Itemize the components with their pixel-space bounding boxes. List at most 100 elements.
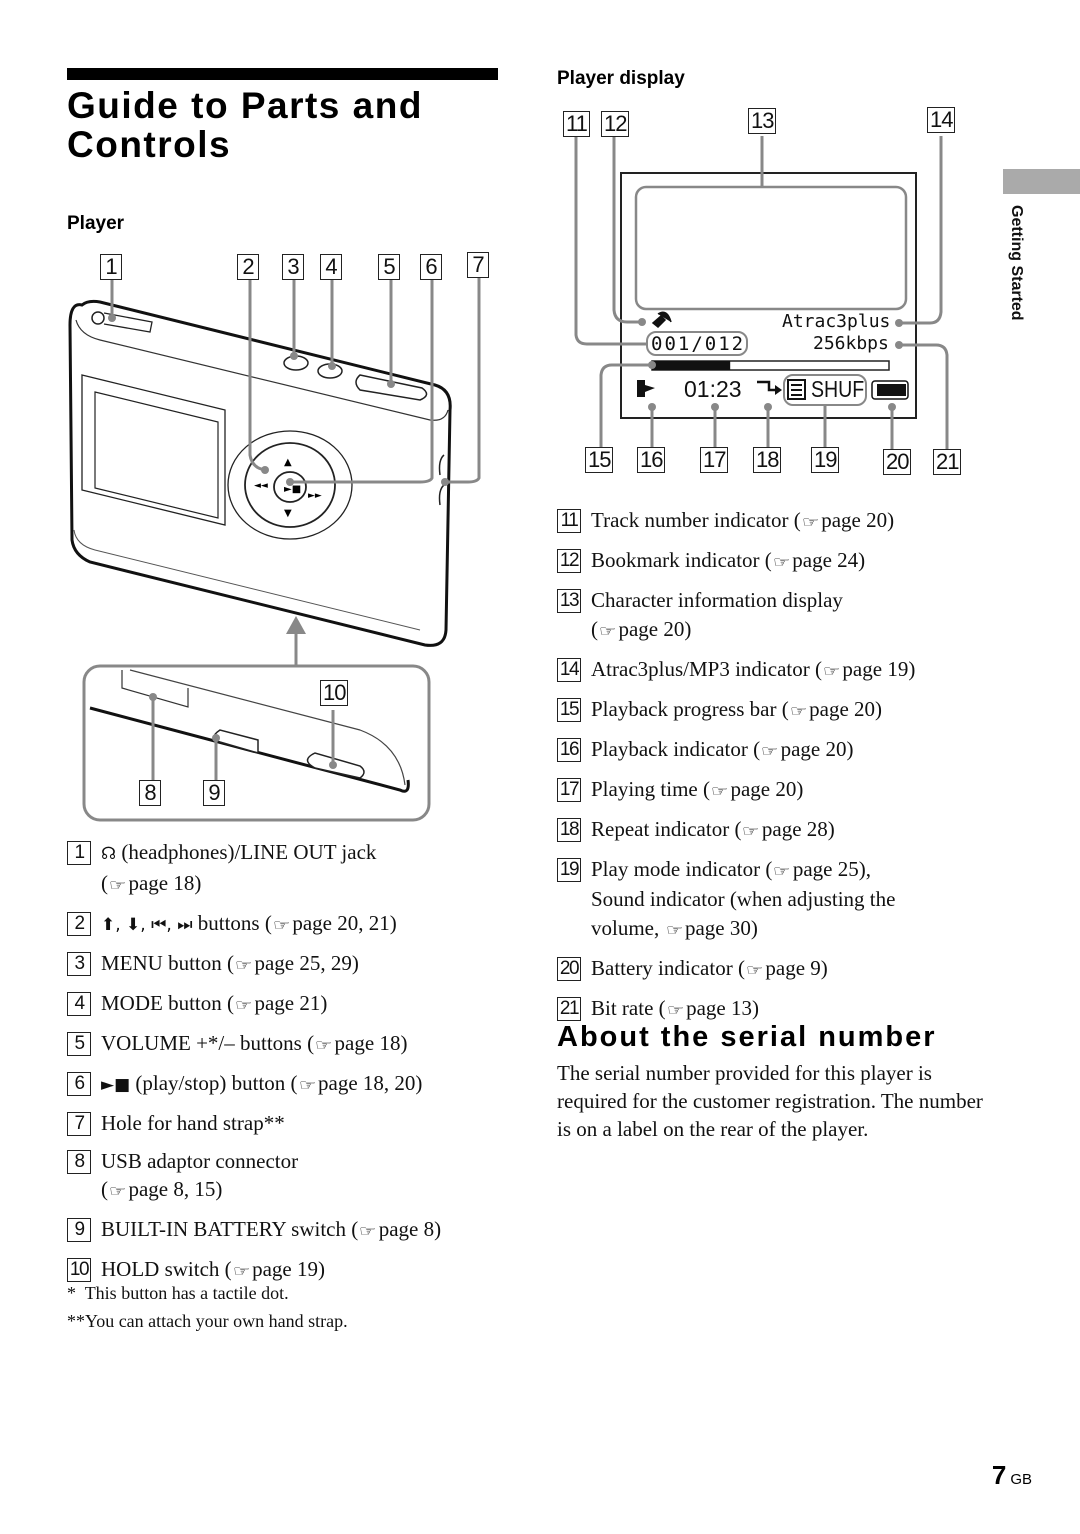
page-language-suffix: GB bbox=[1010, 1471, 1032, 1488]
item-text: Atrac3plus/MP3 indicator ( bbox=[591, 656, 822, 681]
pointing-hand-icon: ☞ bbox=[359, 1222, 377, 1240]
item-text: MODE button ( bbox=[101, 990, 234, 1015]
pointing-hand-icon: ☞ bbox=[773, 861, 791, 880]
pointing-hand-icon: ☞ bbox=[315, 1035, 333, 1054]
pointing-hand-icon: ☞ bbox=[666, 1000, 685, 1019]
page-ref-link[interactable]: page 18) bbox=[335, 1031, 408, 1055]
item-number: 21 bbox=[557, 996, 581, 1021]
page-ref-link[interactable]: page 19) bbox=[252, 1257, 325, 1281]
display-section-label: Player display bbox=[557, 68, 685, 89]
list-item: 3 MENU button (☞page 25, 29) bbox=[67, 949, 512, 980]
page-title-line-2: Controls bbox=[67, 124, 232, 165]
page-ref-link[interactable]: page 20) bbox=[809, 697, 882, 721]
list-item: 7 Hole for hand strap** bbox=[67, 1109, 512, 1138]
item-number: 18 bbox=[557, 817, 581, 842]
page-ref-link[interactable]: page 25, 29) bbox=[254, 951, 358, 975]
list-item: 2 ⬆, ⬇, ⏮, ⏭ buttons (☞page 20, 21) bbox=[67, 909, 512, 940]
pointing-hand-icon: ☞ bbox=[298, 1075, 317, 1094]
callout-17: 17 bbox=[700, 447, 729, 473]
callout-12: 12 bbox=[601, 111, 630, 137]
item-number: 5 bbox=[67, 1031, 91, 1056]
page-ref-link[interactable]: page 20) bbox=[821, 508, 894, 532]
item-number: 7 bbox=[67, 1111, 91, 1136]
display-illustration bbox=[574, 136, 949, 470]
callout-10: 10 bbox=[320, 680, 349, 706]
list-item: 20 Battery indicator (☞page 9) bbox=[557, 954, 987, 985]
pointing-hand-icon: ☞ bbox=[801, 513, 820, 531]
page-ref-link[interactable]: page 20) bbox=[618, 617, 691, 641]
section-tab-label: Getting Started bbox=[1003, 205, 1027, 345]
list-item: 6 ►■ (play/stop) button (☞page 18, 20) bbox=[67, 1069, 512, 1100]
callout-14: 14 bbox=[927, 107, 956, 133]
list-item: 19 Play mode indicator (☞page 25), Sound i… bbox=[557, 855, 987, 945]
callout-1: 1 bbox=[100, 254, 122, 280]
pointing-hand-icon: ☞ bbox=[108, 1182, 127, 1200]
item-number: 4 bbox=[67, 991, 91, 1016]
callout-19: 19 bbox=[811, 447, 840, 473]
player-diagram: ►■ ▲ ▼ ◄◄ ►► 1 2 3 4 5 6 7 8 9 10 bbox=[60, 250, 510, 830]
pointing-hand-icon: ☞ bbox=[822, 661, 841, 680]
page-ref-link[interactable]: page 8) bbox=[379, 1217, 441, 1241]
progress-bar-fill bbox=[652, 361, 731, 370]
page-ref-link[interactable]: page 20) bbox=[781, 737, 854, 761]
pointing-hand-icon: ☞ bbox=[742, 821, 760, 840]
page-title: Guide to Parts and Controls bbox=[67, 86, 507, 164]
page-ref-link[interactable]: page 21) bbox=[254, 991, 327, 1015]
ref-prefix: ( bbox=[591, 616, 598, 641]
item-number: 11 bbox=[557, 509, 581, 533]
up-glyph: ▲ bbox=[284, 457, 292, 468]
page-ref-link[interactable]: page 8, 15) bbox=[128, 1177, 222, 1201]
callout-11: 11 bbox=[563, 111, 590, 137]
list-item: 15 Playback progress bar (☞page 20) bbox=[557, 695, 987, 726]
page-number-value: 7 bbox=[991, 1460, 1007, 1490]
down-glyph: ▼ bbox=[284, 508, 292, 519]
pointing-hand-icon: ☞ bbox=[598, 621, 617, 640]
item-number: 2 bbox=[67, 911, 91, 936]
list-item: 12 Bookmark indicator (☞page 24) bbox=[557, 546, 987, 577]
callout-7: 7 bbox=[467, 252, 489, 278]
pointing-hand-icon: ☞ bbox=[789, 701, 808, 720]
item-text: Playback progress bar ( bbox=[591, 696, 789, 721]
item-text-line-2: Sound indicator (when adjusting the bbox=[591, 887, 896, 911]
pointing-hand-icon: ☞ bbox=[710, 781, 729, 800]
play-stop-icon: ►■ bbox=[101, 1074, 131, 1095]
list-item: 11 Track number indicator (☞page 20) bbox=[557, 506, 987, 537]
callout-9: 9 bbox=[203, 780, 225, 806]
page-ref-link[interactable]: page 9) bbox=[765, 956, 827, 980]
list-item: 17 Playing time (☞page 20) bbox=[557, 775, 987, 806]
arrow-up-icon bbox=[286, 616, 306, 634]
page-ref-link[interactable]: page 20) bbox=[730, 777, 803, 801]
page-ref-link[interactable]: page 18, 20) bbox=[318, 1071, 422, 1095]
item-number: 19 bbox=[557, 857, 581, 882]
page-ref-link[interactable]: page 28) bbox=[762, 817, 835, 841]
list-item: 13 Character information display (☞page 20… bbox=[557, 586, 987, 645]
page-ref-link[interactable]: page 13) bbox=[686, 996, 759, 1020]
footnote: **You can attach your own hand strap. bbox=[67, 1307, 348, 1335]
item-text: Battery indicator ( bbox=[591, 955, 745, 980]
item-text: (play/stop) button ( bbox=[135, 1070, 298, 1095]
item-number: 15 bbox=[557, 697, 581, 722]
pointing-hand-icon: ☞ bbox=[234, 995, 253, 1014]
page-ref-link[interactable]: page 20, 21) bbox=[292, 911, 396, 935]
item-text: Play mode indicator ( bbox=[591, 856, 773, 881]
item-text: Repeat indicator ( bbox=[591, 816, 742, 841]
footnote-text: This button has a tactile dot. bbox=[84, 1283, 289, 1303]
display-parts-list: 11 Track number indicator (☞page 20) 12 Bo… bbox=[557, 506, 987, 1034]
page-ref-link[interactable]: page 18) bbox=[128, 871, 201, 895]
page-ref-link[interactable]: page 25), bbox=[793, 857, 871, 881]
pointing-hand-icon: ☞ bbox=[108, 875, 127, 894]
list-item: 4 MODE button (☞page 21) bbox=[67, 989, 512, 1020]
callout-20: 20 bbox=[883, 449, 912, 475]
pointing-hand-icon: ☞ bbox=[234, 955, 253, 974]
footnote-mark: ** bbox=[67, 1311, 85, 1331]
play-stop-glyph: ►■ bbox=[284, 484, 301, 495]
next-glyph: ►► bbox=[308, 491, 322, 501]
section-tab bbox=[1003, 169, 1080, 194]
item-text: Bookmark indicator ( bbox=[591, 548, 772, 572]
page-ref-link[interactable]: page 24) bbox=[792, 548, 865, 572]
page-ref-link[interactable]: page 30) bbox=[685, 916, 758, 940]
page-ref-link[interactable]: page 19) bbox=[842, 657, 915, 681]
play-mode-indicator: SHUF bbox=[811, 376, 865, 402]
pointing-hand-icon: ☞ bbox=[761, 741, 779, 760]
item-number: 1 bbox=[67, 841, 91, 865]
